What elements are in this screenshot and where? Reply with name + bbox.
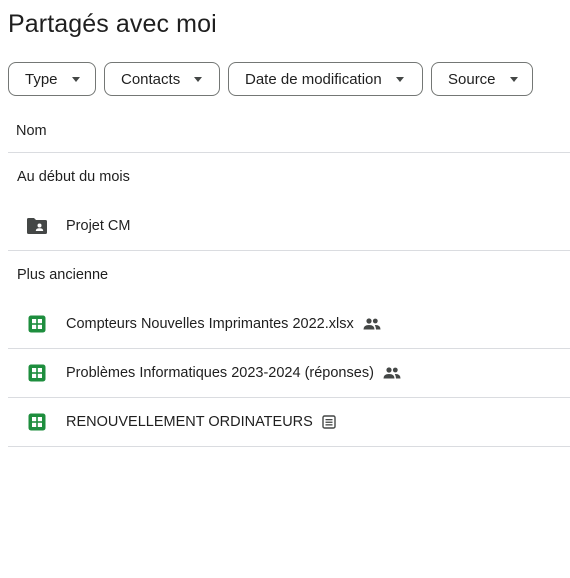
file-name: RENOUVELLEMENT ORDINATEURS	[66, 414, 313, 430]
filter-bar: Type Contacts Date de modification Sourc…	[8, 62, 533, 96]
google-sheets-icon	[26, 411, 48, 433]
file-row[interactable]: Compteurs Nouvelles Imprimantes 2022.xls…	[8, 300, 570, 349]
filter-source-chip[interactable]: Source	[431, 62, 533, 96]
google-sheets-icon	[26, 313, 48, 335]
file-name: Projet CM	[66, 218, 131, 234]
form-linked-icon	[322, 415, 336, 429]
filter-source-label: Source	[448, 70, 496, 88]
filter-date-chip[interactable]: Date de modification	[228, 62, 423, 96]
column-header-name[interactable]: Nom	[8, 110, 570, 153]
filter-contacts-label: Contacts	[121, 70, 181, 88]
shared-people-icon	[363, 318, 381, 330]
file-name: Compteurs Nouvelles Imprimantes 2022.xls…	[66, 316, 354, 332]
google-sheets-icon	[26, 362, 48, 384]
column-header-label: Nom	[16, 123, 47, 139]
filter-type-chip[interactable]: Type	[8, 62, 96, 96]
chevron-down-icon	[71, 76, 80, 82]
file-name: Problèmes Informatiques 2023-2024 (répon…	[66, 365, 374, 381]
shared-people-icon	[383, 367, 401, 379]
filter-date-label: Date de modification	[245, 70, 382, 88]
chevron-down-icon	[395, 76, 404, 82]
file-row[interactable]: Projet CM	[8, 202, 570, 251]
shared-folder-icon	[26, 215, 48, 237]
page-title: Partagés avec moi	[8, 10, 217, 38]
chevron-down-icon	[194, 76, 203, 82]
group-label-older: Plus ancienne	[17, 267, 109, 283]
filter-contacts-chip[interactable]: Contacts	[104, 62, 220, 96]
group-label-this-month: Au début du mois	[17, 169, 130, 185]
file-row[interactable]: RENOUVELLEMENT ORDINATEURS	[8, 398, 570, 447]
filter-type-label: Type	[25, 70, 58, 88]
chevron-down-icon	[509, 76, 518, 82]
file-row[interactable]: Problèmes Informatiques 2023-2024 (répon…	[8, 349, 570, 398]
